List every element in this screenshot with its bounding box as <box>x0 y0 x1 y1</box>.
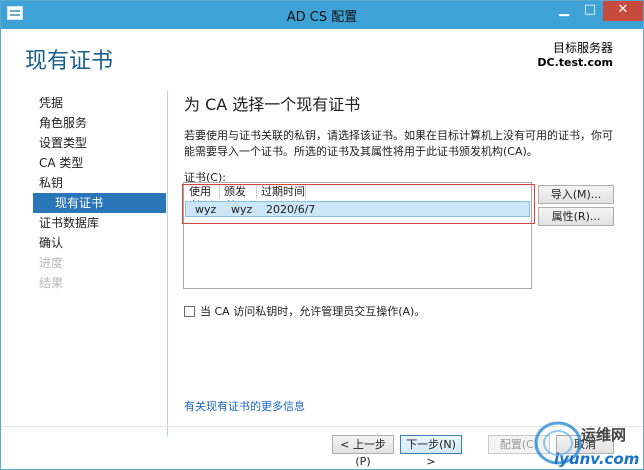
properties-button[interactable]: 属性(R)... <box>538 207 614 226</box>
nav-item-setup-type[interactable]: 设置类型 <box>33 133 166 153</box>
more-info-link[interactable]: 有关现有证书的更多信息 <box>184 398 305 414</box>
section-description: 若要使用与证书关联的私钥，请选择该证书。如果在目标计算机上没有可用的证书，你可能… <box>184 129 613 158</box>
maximize-button[interactable]: □ <box>577 1 603 21</box>
nav-item-credentials[interactable]: 凭据 <box>33 93 166 113</box>
back-button[interactable]: < 上一步(P) <box>332 435 394 468</box>
nav-item-progress: 进度 <box>39 256 64 270</box>
nav-item-confirmation[interactable]: 确认 <box>33 233 166 253</box>
close-button[interactable]: ✕ <box>603 1 643 21</box>
allow-admin-interaction-checkbox[interactable] <box>184 306 195 317</box>
next-button[interactable]: 下一步(N) > <box>400 435 462 468</box>
wizard-nav: 凭据 角色服务 设置类型 CA 类型 私钥 现有证书 证书数据库 确认 进度 结… <box>33 93 166 293</box>
nav-item-ca-type[interactable]: CA 类型 <box>33 153 166 173</box>
page-title: 现有证书 <box>25 49 114 74</box>
destination-server-label: 目标服务器 <box>552 41 613 55</box>
nav-item-existing-certificate[interactable]: 现有证书 <box>33 193 166 213</box>
destination-server-name: DC.test.com <box>537 56 613 69</box>
title-bar[interactable]: AD CS 配置 ▁ □ ✕ <box>1 1 643 29</box>
minimize-button[interactable]: ▁ <box>551 1 577 21</box>
section-title: 为 CA 选择一个现有证书 <box>184 95 361 114</box>
import-button[interactable]: 导入(M)... <box>538 185 614 204</box>
nav-divider <box>167 91 168 436</box>
nav-item-certificate-database[interactable]: 证书数据库 <box>33 213 166 233</box>
ad-cs-config-window: AD CS 配置 ▁ □ ✕ 现有证书 目标服务器 DC.test.com 凭据… <box>0 0 644 470</box>
watermark-text-domain: iyunv.com <box>554 450 640 468</box>
watermark-text-cn: 运维网 <box>581 426 627 444</box>
nav-item-role-services[interactable]: 角色服务 <box>33 113 166 133</box>
nav-item-private-key[interactable]: 私钥 <box>33 173 166 193</box>
nav-item-results: 结果 <box>39 276 64 290</box>
window-title: AD CS 配置 <box>286 10 358 25</box>
allow-admin-interaction-label[interactable]: 当 CA 访问私钥时，允许管理员交互操作(A)。 <box>200 303 425 319</box>
annotation-highlight-box <box>182 184 535 224</box>
